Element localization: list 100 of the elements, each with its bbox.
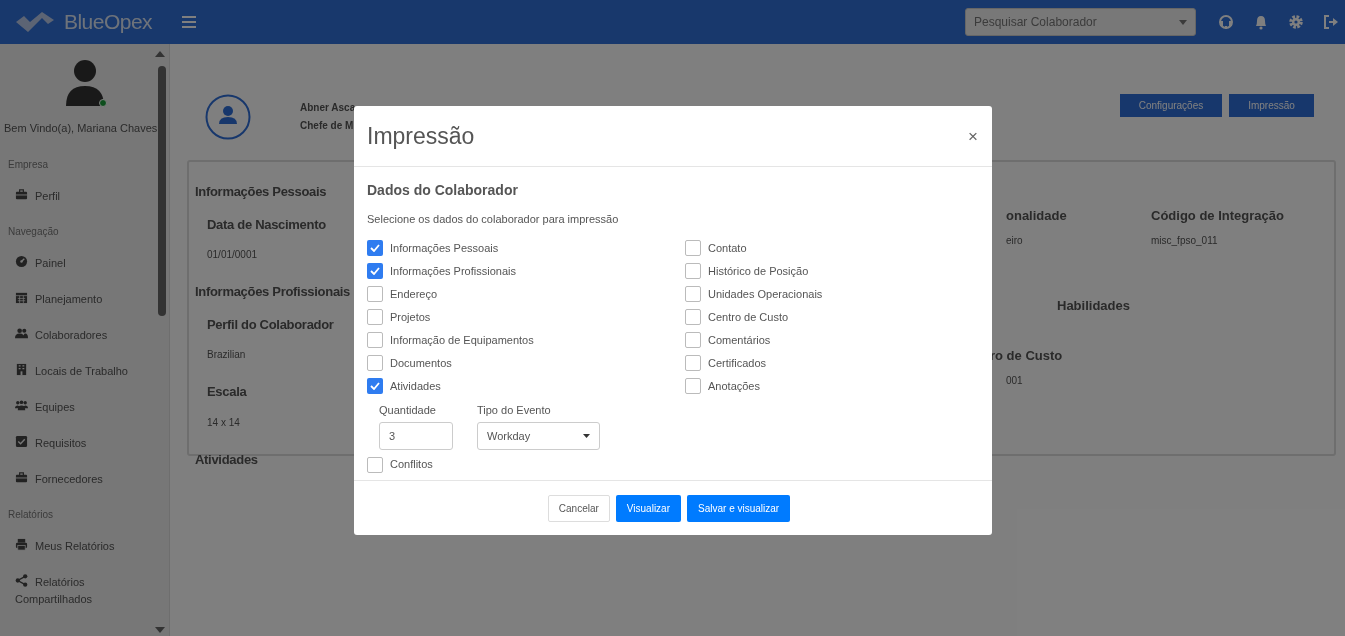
section-heading: Informações Profissionais: [195, 283, 352, 301]
checkbox-label: Informações Profissionais: [390, 263, 516, 279]
checkbox[interactable]: [367, 263, 383, 279]
sidebar-item[interactable]: Colaboradores: [0, 326, 150, 344]
checkbox[interactable]: [685, 332, 701, 348]
field-value: 001: [1006, 374, 1023, 388]
calendar-icon: [15, 290, 28, 304]
close-button[interactable]: ×: [968, 127, 978, 145]
printer-icon: [15, 537, 28, 551]
search-select[interactable]: Pesquisar Colaborador: [965, 8, 1196, 36]
checkbox[interactable]: [685, 309, 701, 325]
scroll-up-icon[interactable]: [155, 50, 165, 57]
briefcase-icon: [15, 187, 28, 201]
field-value: Brazilian: [206, 348, 247, 362]
checkbox[interactable]: [685, 240, 701, 256]
field-label: onalidade: [1006, 207, 1067, 225]
team-icon: [15, 398, 28, 412]
checkbox-label: Certificados: [708, 355, 767, 371]
menu-icon[interactable]: [182, 16, 196, 28]
checkbox-label: Documentos: [390, 355, 452, 371]
checkbox-label: Unidades Operacionais: [708, 286, 823, 302]
field-label: Tipo do Evento: [477, 402, 552, 418]
caret-icon: [583, 434, 590, 438]
brand-name: BlueOpex: [64, 9, 153, 36]
primary-button[interactable]: Salvar e visualizar: [687, 494, 791, 522]
cancel-button[interactable]: Cancelar: [547, 494, 610, 522]
sidebar-item[interactable]: Perfil: [0, 187, 150, 205]
settings-icon[interactable]: [1288, 14, 1304, 30]
bell-icon[interactable]: [1253, 14, 1269, 30]
field-label: Código de Integração: [1151, 207, 1284, 225]
sidebar-item[interactable]: Planejamento: [0, 290, 150, 308]
checkbox-label: Conflitos: [390, 457, 433, 473]
section-heading: Dados do Colaborador: [367, 181, 519, 200]
sidebar-item[interactable]: Meus Relatórios: [0, 537, 150, 555]
checkbox-label: Contato: [708, 240, 747, 256]
sidebar-section-title: Empresa: [7, 157, 49, 172]
field-value: misc_fpso_011: [1151, 234, 1218, 248]
checkbox-label: Informações Pessoais: [390, 240, 499, 256]
primary-button[interactable]: Visualizar: [615, 494, 681, 522]
checkbox[interactable]: [685, 378, 701, 394]
field-label: Data de Nascimento: [206, 215, 327, 234]
sidebar-section-title: Relatórios: [7, 507, 55, 522]
section-heading: Informações Pessoais: [195, 183, 328, 201]
checkbox[interactable]: [367, 378, 383, 394]
field-label: Habilidades: [1057, 297, 1130, 315]
field-label: Escala: [206, 383, 248, 401]
headset-icon[interactable]: [1218, 14, 1234, 30]
checkbox[interactable]: [685, 355, 701, 371]
sidebar-item[interactable]: Requisitos: [0, 434, 150, 452]
checkbox-label: Projetos: [390, 309, 431, 325]
header-button[interactable]: Impressão: [1229, 94, 1314, 117]
checkbox-label: Anotações: [708, 378, 760, 394]
sidebar-item[interactable]: Fornecedores: [0, 470, 150, 488]
sidebar-item[interactable]: Relatórios Compartilhados: [0, 573, 150, 608]
users-icon: [15, 326, 28, 340]
checkbox[interactable]: [367, 286, 383, 302]
checkbox-label: Endereço: [390, 286, 438, 302]
checkbox-label: Centro de Custo: [708, 309, 789, 325]
check-icon: [370, 267, 380, 275]
logout-icon[interactable]: [1323, 14, 1339, 30]
checkbox-icon: [15, 434, 28, 448]
checkbox-label: Comentários: [708, 332, 771, 348]
checkbox-label: Informação de Equipamentos: [390, 332, 534, 348]
gauge-icon: [15, 254, 28, 268]
caret-icon: [1179, 19, 1187, 25]
sidebar-item[interactable]: Painel: [0, 254, 150, 272]
welcome-text: Bem Vindo(a), Mariana Chaves: [3, 121, 158, 136]
dialog-title: Impressão: [367, 121, 475, 151]
employee-name: Abner Asca: [300, 101, 356, 115]
field-value: eiro: [1006, 234, 1023, 248]
quantity-field[interactable]: 3: [379, 422, 453, 450]
building-icon: [15, 362, 28, 376]
field-value: 01/01/0001: [206, 248, 259, 262]
checkbox[interactable]: [367, 332, 383, 348]
briefcase-icon: [15, 470, 28, 484]
checkbox[interactable]: [367, 456, 383, 473]
checkbox[interactable]: [367, 309, 383, 325]
checkbox-label: Atividades: [390, 378, 441, 394]
checkbox[interactable]: [367, 240, 383, 256]
checkbox-label: Histórico de Posição: [708, 263, 809, 279]
header-button[interactable]: Configurações: [1120, 94, 1222, 117]
scrollbar-thumb[interactable]: [158, 66, 166, 316]
check-icon: [370, 244, 380, 252]
scroll-down-icon[interactable]: [155, 627, 165, 634]
field-label: Quantidade: [379, 402, 437, 418]
field-label: Perfil do Colaborador: [206, 315, 335, 334]
checkbox[interactable]: [367, 355, 383, 371]
checkbox[interactable]: [685, 286, 701, 302]
user-avatar-icon: [65, 60, 104, 106]
event-type-select[interactable]: Workday: [477, 422, 600, 450]
sidebar-item[interactable]: Equipes: [0, 398, 150, 416]
field-value: 14 x 14: [206, 415, 241, 430]
profile-avatar-icon: [205, 94, 251, 140]
check-icon: [370, 382, 380, 390]
checkbox[interactable]: [685, 263, 701, 279]
sidebar-section-title: Navegação: [7, 224, 60, 239]
logo-icon: [14, 10, 56, 34]
section-heading: Atividades: [195, 450, 259, 469]
sidebar-item[interactable]: Locais de Trabalho: [0, 362, 150, 380]
employee-role: Chefe de M: [300, 119, 354, 133]
